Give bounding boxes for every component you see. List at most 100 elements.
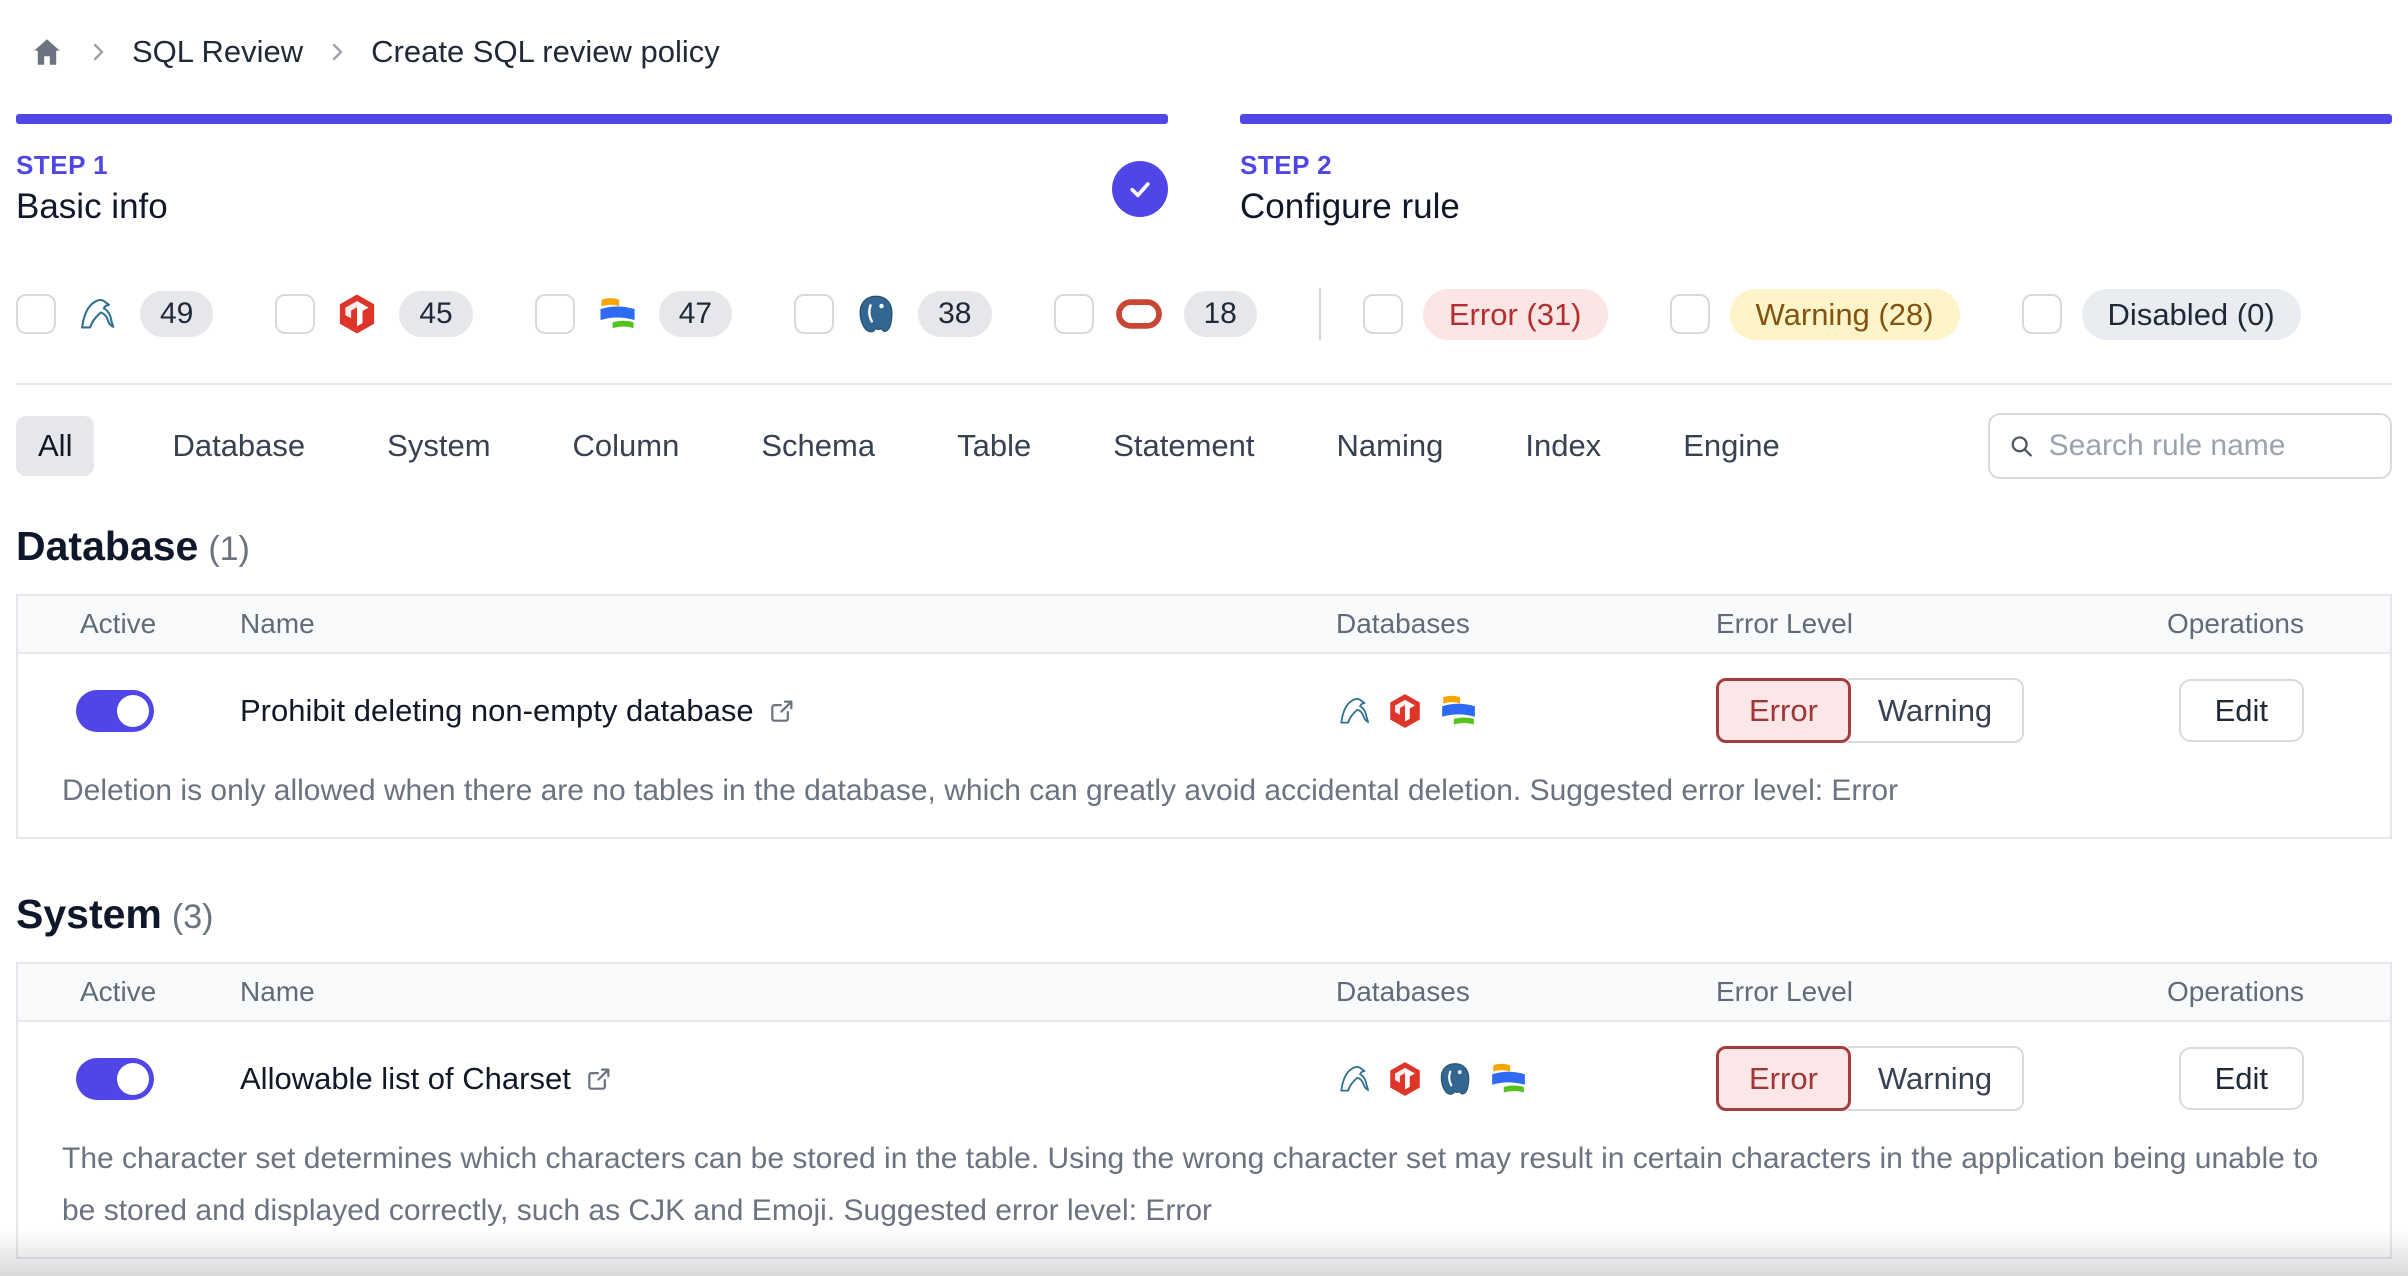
error-checkbox[interactable] <box>1362 294 1403 334</box>
create-sql-review-policy-page: SQL Review Create SQL review policy STEP… <box>0 0 2408 1276</box>
filter-oracle: 18 <box>1053 291 1257 337</box>
oceanbase-count-badge: 47 <box>658 291 733 337</box>
mysql-icon <box>1340 1065 1370 1092</box>
chevron-right-icon <box>332 43 343 61</box>
section-system-count: (3) <box>171 898 214 936</box>
database-rules-table: Active Name Databases Error Level Operat… <box>16 594 2392 839</box>
filter-warning-level: Warning (28) <box>1669 288 1960 340</box>
col-name: Name <box>240 976 315 1007</box>
mysql-icon <box>1340 697 1370 724</box>
col-databases: Databases <box>1336 976 1470 1007</box>
table-row: Prohibit deleting non-empty database Err… <box>18 654 2390 743</box>
breadcrumb-sql-review[interactable]: SQL Review <box>132 34 303 70</box>
warning-checkbox[interactable] <box>1669 294 1710 334</box>
rule-active-toggle[interactable] <box>76 689 154 732</box>
tab-schema[interactable]: Schema <box>761 416 875 476</box>
mysql-icon <box>81 298 115 329</box>
search-icon <box>2011 436 2032 457</box>
col-name: Name <box>240 608 315 639</box>
chevron-right-icon <box>93 43 104 61</box>
error-level-warning-button[interactable]: Warning <box>1847 678 2025 743</box>
tab-all[interactable]: All <box>16 416 95 476</box>
error-level-error-button[interactable]: Error <box>1716 1046 1851 1111</box>
table-header: Active Name Databases Error Level Operat… <box>18 964 2390 1022</box>
disabled-checkbox[interactable] <box>2021 294 2062 334</box>
step-1-completed-check-icon <box>1112 160 1168 217</box>
filter-oceanbase: 47 <box>534 291 733 337</box>
section-database-count: (1) <box>208 530 250 568</box>
step-2[interactable]: STEP 2 Configure rule <box>1240 114 2392 227</box>
tab-column[interactable]: Column <box>573 416 680 476</box>
system-rules-table: Active Name Databases Error Level Operat… <box>16 962 2392 1259</box>
rule-engines <box>1316 692 1696 730</box>
step-1[interactable]: STEP 1 Basic info <box>16 114 1168 227</box>
breadcrumb: SQL Review Create SQL review policy <box>16 0 2392 70</box>
col-active: Active <box>80 976 157 1007</box>
filter-bar: 49 45 47 38 18 Error (31) Warning (28) D… <box>16 285 2392 343</box>
tab-statement[interactable]: Statement <box>1113 416 1254 476</box>
tidb-count-badge: 45 <box>399 291 473 337</box>
rule-operations: Edit <box>2162 1047 2390 1110</box>
col-error-level: Error Level <box>1716 976 1853 1007</box>
col-error-level: Error Level <box>1716 608 1853 639</box>
category-tabs: All Database System Column Schema Table … <box>16 413 2392 479</box>
tab-table[interactable]: Table <box>957 416 1031 476</box>
mysql-checkbox[interactable] <box>16 294 56 334</box>
disabled-count-badge: Disabled (0) <box>2081 288 2301 340</box>
col-operations: Operations <box>2167 976 2304 1007</box>
col-operations: Operations <box>2167 608 2304 639</box>
filter-divider <box>1318 288 1321 340</box>
filter-error-level: Error (31) <box>1362 288 1608 340</box>
tab-system[interactable]: System <box>387 416 490 476</box>
search-input[interactable] <box>2048 429 2372 463</box>
step-2-title: Configure rule <box>1240 187 1460 226</box>
postgresql-icon <box>859 295 893 333</box>
tidb-checkbox[interactable] <box>275 294 316 334</box>
rule-operations: Edit <box>2162 679 2390 742</box>
error-level-warning-button[interactable]: Warning <box>1847 1046 2025 1111</box>
breadcrumb-current-page: Create SQL review policy <box>371 34 720 69</box>
error-count-badge: Error (31) <box>1422 288 1608 340</box>
table-header: Active Name Databases Error Level Operat… <box>18 596 2390 654</box>
rule-description: Deletion is only allowed when there are … <box>62 774 1899 807</box>
filter-postgresql: 38 <box>794 291 992 337</box>
edit-button[interactable]: Edit <box>2178 679 2304 742</box>
filter-tidb: 45 <box>275 291 473 337</box>
oracle-icon <box>1115 299 1162 329</box>
oceanbase-icon <box>1492 1063 1525 1093</box>
tab-database[interactable]: Database <box>172 416 305 476</box>
col-active: Active <box>80 608 157 639</box>
warning-count-badge: Warning (28) <box>1729 288 1960 340</box>
rule-engines <box>1316 1060 1696 1098</box>
tab-naming[interactable]: Naming <box>1337 416 1444 476</box>
external-link-icon[interactable] <box>585 1065 613 1093</box>
filter-mysql: 49 <box>16 291 214 337</box>
step-1-title: Basic info <box>16 187 168 226</box>
oceanbase-icon <box>600 298 635 329</box>
rule-name: Prohibit deleting non-empty database <box>224 693 1316 729</box>
filter-disabled-level: Disabled (0) <box>2021 288 2301 340</box>
step-2-progress-bar <box>1240 114 2392 124</box>
external-link-icon[interactable] <box>768 697 796 725</box>
oracle-count-badge: 18 <box>1183 291 1257 337</box>
section-system-title: System (3) <box>16 891 214 937</box>
step-2-label: STEP 2 <box>1240 150 1333 180</box>
stepper: STEP 1 Basic info STEP 2 Configure rule <box>16 114 2392 227</box>
table-row: Allowable list of Charset Error Warning … <box>18 1022 2390 1111</box>
oracle-checkbox[interactable] <box>1053 294 1094 334</box>
tidb-icon <box>1390 1061 1420 1096</box>
step-1-label: STEP 1 <box>16 150 109 180</box>
tidb-icon <box>1390 693 1420 728</box>
postgresql-checkbox[interactable] <box>794 294 835 334</box>
tab-index[interactable]: Index <box>1525 416 1601 476</box>
rule-active-toggle[interactable] <box>76 1057 154 1100</box>
home-icon[interactable] <box>30 35 64 69</box>
filters-divider-line <box>16 383 2392 385</box>
section-database-title: Database (1) <box>16 523 250 569</box>
tab-engine[interactable]: Engine <box>1683 416 1780 476</box>
postgresql-icon <box>1440 1062 1470 1095</box>
error-level-error-button[interactable]: Error <box>1716 678 1851 743</box>
bottom-scroll-shadow <box>0 1230 2408 1276</box>
oceanbase-checkbox[interactable] <box>534 294 575 334</box>
edit-button[interactable]: Edit <box>2178 1047 2304 1110</box>
